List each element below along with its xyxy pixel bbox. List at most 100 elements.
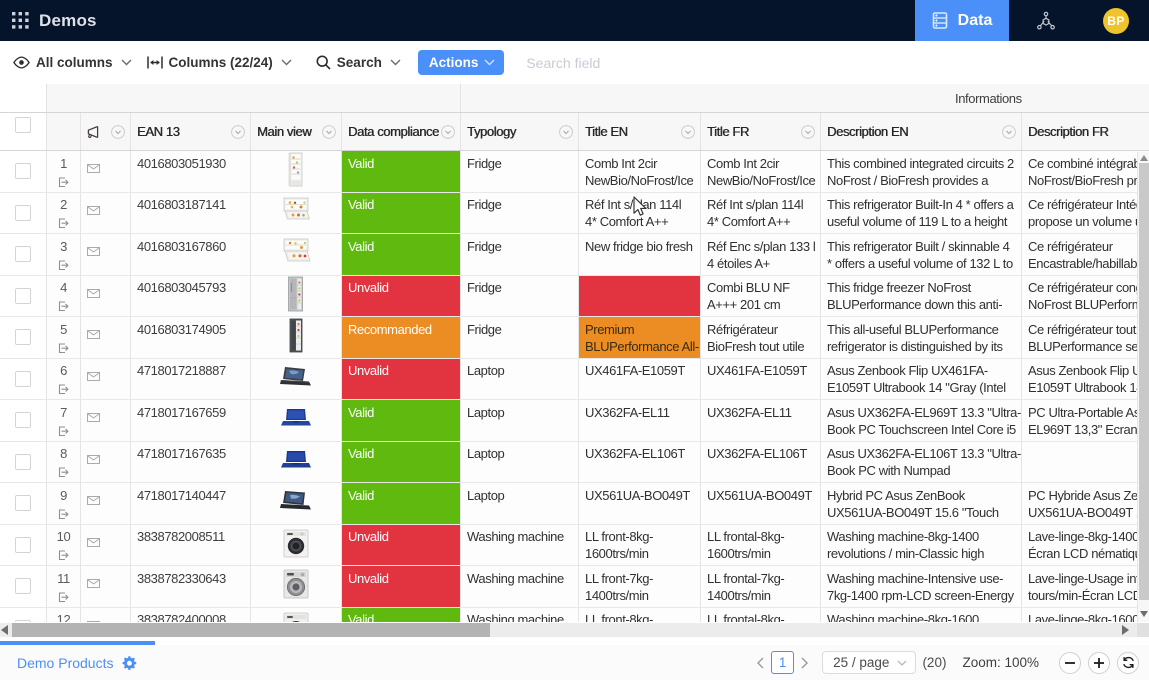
cell-description-en[interactable]: This refrigerator Built-In 4 * offers au… <box>821 193 1022 234</box>
cell-data-compliance[interactable]: Valid <box>342 400 461 441</box>
open-record-icon[interactable] <box>58 216 69 227</box>
open-record-icon[interactable] <box>58 299 69 310</box>
column-menu-icon[interactable] <box>111 125 125 139</box>
actions-button[interactable]: Actions <box>418 50 505 75</box>
column-header-main-view[interactable]: Main view <box>251 113 342 150</box>
envelope-icon[interactable] <box>87 576 100 591</box>
cell-typology[interactable]: Fridge <box>461 193 579 234</box>
row-checkbox[interactable] <box>15 454 31 470</box>
cell-title-en[interactable]: PremiumBLUPerformance All- <box>579 317 701 358</box>
cell-typology[interactable]: Washing machine <box>461 566 579 607</box>
open-record-icon[interactable] <box>58 258 69 269</box>
column-menu-button[interactable] <box>231 125 245 139</box>
cell-title-en[interactable]: UX461FA-E1059T <box>579 359 701 400</box>
cell-description-en[interactable]: Washing machine-8kg-1600 <box>821 608 1022 623</box>
horizontal-scrollbar[interactable] <box>0 623 1149 637</box>
cell-main-view[interactable] <box>251 276 342 317</box>
cell-description-fr[interactable]: PC Hybride Asus ZenBookUX561UA-BO049T 15… <box>1022 483 1149 524</box>
cell-ean[interactable]: 4016803045793 <box>131 276 251 317</box>
cell-description-en[interactable]: Hybrid PC Asus ZenBookUX561UA-BO049T 15.… <box>821 483 1022 524</box>
nav-tab-data[interactable]: Data <box>915 0 1009 41</box>
cell-main-view[interactable] <box>251 566 342 607</box>
column-menu-button[interactable] <box>801 125 815 139</box>
cell-ean[interactable]: 4016803174905 <box>131 317 251 358</box>
cell-typology[interactable]: Washing machine <box>461 525 579 566</box>
cell-description-en[interactable]: This all-useful BLUPerformancerefrigerat… <box>821 317 1022 358</box>
cell-title-fr[interactable]: LL frontal-8kg-1600trs/min <box>701 525 821 566</box>
cell-main-view[interactable] <box>251 317 342 358</box>
envelope-icon[interactable] <box>87 452 100 467</box>
cell-title-en[interactable]: Réf Int s/plan 114l4* Comfort A++ <box>579 193 701 234</box>
sheet-tab-demo-products[interactable]: Demo Products <box>0 655 155 671</box>
row-checkbox[interactable] <box>15 163 31 179</box>
cell-ean[interactable]: 4016803187141 <box>131 193 251 234</box>
envelope-icon[interactable] <box>87 161 100 176</box>
row-checkbox[interactable] <box>15 495 31 511</box>
page-number[interactable]: 1 <box>771 651 794 674</box>
cell-title-fr[interactable]: UX461FA-E1059T <box>701 359 821 400</box>
cell-main-view[interactable] <box>251 151 342 192</box>
cell-title-fr[interactable]: Combi BLU NFA+++ 201 cm <box>701 276 821 317</box>
column-header-desc-fr[interactable]: Description FR <box>1022 113 1149 150</box>
cell-main-view[interactable] <box>251 525 342 566</box>
cell-typology[interactable]: Washing machine <box>461 608 579 623</box>
cell-main-view[interactable] <box>251 442 342 483</box>
next-page-button[interactable] <box>797 657 813 669</box>
open-record-icon[interactable] <box>58 590 69 601</box>
cell-description-fr[interactable]: Lave-linge-8kg-1600 <box>1022 608 1149 623</box>
vertical-scroll-thumb[interactable] <box>1139 163 1149 600</box>
cell-title-en[interactable]: UX362FA-EL11 <box>579 400 701 441</box>
column-header-title-fr[interactable]: Title FR <box>701 113 821 150</box>
cell-ean[interactable]: 4718017167659 <box>131 400 251 441</box>
cell-typology[interactable]: Fridge <box>461 276 579 317</box>
search-dropdown[interactable]: Search <box>316 55 401 70</box>
cell-description-en[interactable]: Washing machine-Intensive use-7kg-1400 r… <box>821 566 1022 607</box>
cell-ean[interactable]: 3838782400008 <box>131 608 251 623</box>
cell-title-fr[interactable]: RéfrigérateurBioFresh tout utile <box>701 317 821 358</box>
sitemap-button[interactable] <box>1009 0 1083 41</box>
gear-icon[interactable] <box>121 655 137 671</box>
cell-description-fr[interactable]: Ce combiné intégrableNoFrost/BioFresh pr… <box>1022 151 1149 192</box>
cell-data-compliance[interactable]: Valid <box>342 234 461 275</box>
cell-title-en[interactable]: LL front-8kg-1600trs/min <box>579 525 701 566</box>
refresh-button[interactable] <box>1117 652 1139 674</box>
open-record-icon[interactable] <box>58 424 69 435</box>
envelope-icon[interactable] <box>87 410 100 425</box>
cell-ean[interactable]: 3838782008511 <box>131 525 251 566</box>
cell-title-fr[interactable]: UX362FA-EL11 <box>701 400 821 441</box>
column-menu-button[interactable] <box>322 125 336 139</box>
zoom-in-button[interactable] <box>1088 652 1110 674</box>
cell-description-fr[interactable]: Lave-linge-8kg-1400 toursÉcran LCD némat… <box>1022 525 1149 566</box>
open-record-icon[interactable] <box>58 548 69 559</box>
cell-main-view[interactable] <box>251 608 342 623</box>
all-columns-dropdown[interactable]: All columns <box>13 55 132 70</box>
cell-title-en[interactable]: UX561UA-BO049T <box>579 483 701 524</box>
cell-main-view[interactable] <box>251 359 342 400</box>
scroll-down-arrow[interactable] <box>1140 611 1148 617</box>
cell-ean[interactable]: 4016803167860 <box>131 234 251 275</box>
cell-description-en[interactable]: This refrigerator Built / skinnable 4* o… <box>821 234 1022 275</box>
cell-description-fr[interactable]: Ce réfrigérateurEncastrable/habillable <box>1022 234 1149 275</box>
cell-description-fr[interactable]: Ce réfrigérateur Intégrablepropose un vo… <box>1022 193 1149 234</box>
cell-ean[interactable]: 4718017218887 <box>131 359 251 400</box>
page-size-select[interactable]: 25 / page <box>822 651 916 674</box>
cell-data-compliance[interactable]: Valid <box>342 193 461 234</box>
cell-description-en[interactable]: This fridge freezer NoFrostBLUPerformanc… <box>821 276 1022 317</box>
column-menu-button[interactable] <box>1002 125 1016 139</box>
cell-typology[interactable]: Laptop <box>461 400 579 441</box>
row-checkbox[interactable] <box>15 371 31 387</box>
cell-title-en[interactable]: LL front-7kg-1400trs/min <box>579 566 701 607</box>
cell-title-fr[interactable]: Comb Int 2cirNewBio/NoFrost/Ice <box>701 151 821 192</box>
cell-description-fr[interactable] <box>1022 442 1149 483</box>
cell-description-fr[interactable]: Asus Zenbook Flip UX461FA-E1059T Ultrabo… <box>1022 359 1149 400</box>
envelope-icon[interactable] <box>87 286 100 301</box>
scroll-up-arrow[interactable] <box>1140 155 1148 161</box>
cell-title-fr[interactable]: UX362FA-EL106T <box>701 442 821 483</box>
cell-main-view[interactable] <box>251 400 342 441</box>
column-header-compliance[interactable]: Data compliance <box>342 113 461 150</box>
prev-page-button[interactable] <box>752 657 768 669</box>
cell-typology[interactable]: Laptop <box>461 359 579 400</box>
cell-ean[interactable]: 4718017140447 <box>131 483 251 524</box>
apps-grid-button[interactable] <box>0 0 41 41</box>
cell-typology[interactable]: Fridge <box>461 234 579 275</box>
